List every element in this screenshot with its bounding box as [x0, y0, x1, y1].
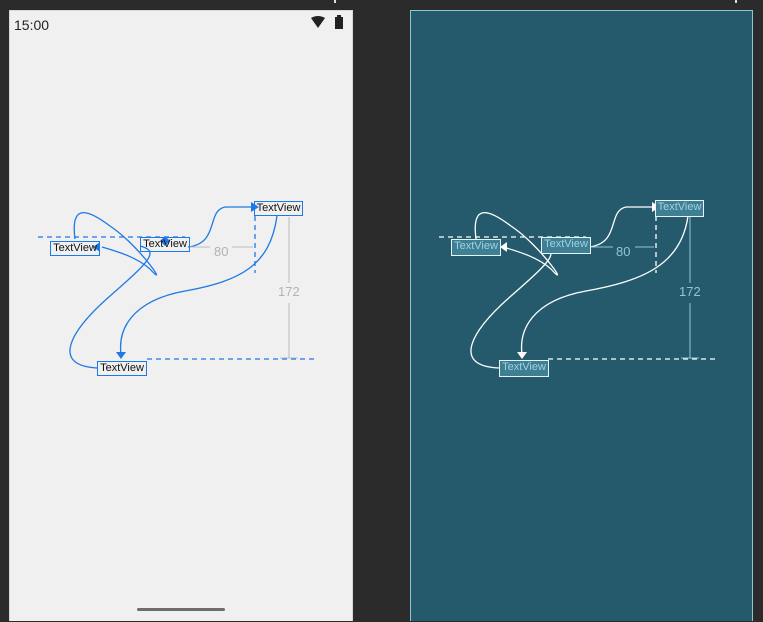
textview-3[interactable]: TextView [254, 201, 303, 216]
margin-label-vertical[interactable]: 172 [679, 285, 701, 299]
design-surface[interactable]: 15:00 TextView TextView TextView TextVie… [9, 10, 353, 621]
textview-2[interactable]: TextView [541, 237, 591, 254]
constraint-curve [187, 206, 251, 248]
textview-1[interactable]: TextView [451, 239, 501, 256]
constraint-arrow [500, 242, 507, 252]
textview-1[interactable]: TextView [50, 241, 100, 256]
textview-2[interactable]: TextView [140, 237, 190, 252]
constraint-overlay-blueprint [439, 202, 717, 369]
blueprint-surface[interactable]: TextView TextView TextView TextView 80 1… [410, 10, 753, 621]
constraint-curve [470, 245, 552, 369]
constraint-curve [588, 206, 652, 248]
constraint-arrow [116, 352, 126, 359]
margin-label-horizontal[interactable]: 80 [616, 245, 630, 259]
margin-label-horizontal[interactable]: 80 [214, 245, 228, 259]
textview-4[interactable]: TextView [499, 360, 549, 377]
home-indicator [137, 608, 225, 611]
top-edge-tick [334, 0, 336, 3]
constraint-arrow [517, 352, 527, 359]
constraint-overlay [38, 202, 316, 369]
textview-3[interactable]: TextView [655, 200, 704, 217]
margin-label-vertical[interactable]: 172 [278, 285, 300, 299]
constraint-curve [69, 245, 151, 369]
textview-4[interactable]: TextView [97, 361, 147, 376]
top-edge-tick [735, 0, 737, 3]
